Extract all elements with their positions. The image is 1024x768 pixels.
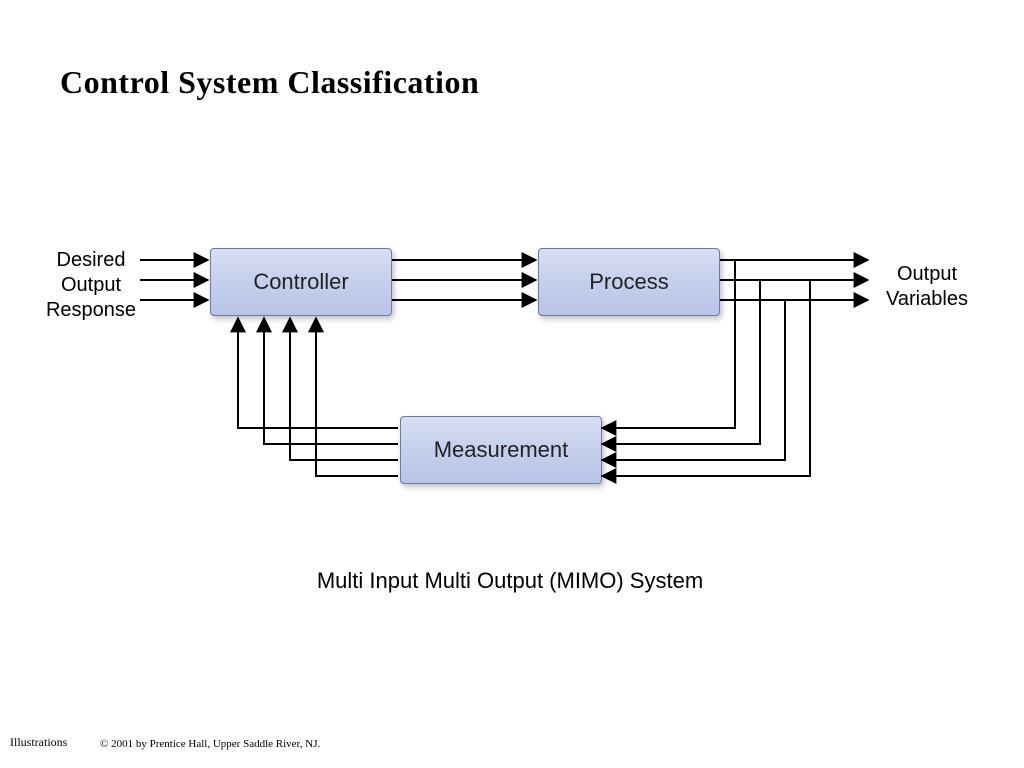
footer-left: Illustrations — [10, 735, 67, 750]
page-title: Control System Classification — [60, 64, 479, 101]
diagram-caption: Multi Input Multi Output (MIMO) System — [280, 568, 740, 594]
block-measurement: Measurement — [400, 416, 602, 484]
block-process: Process — [538, 248, 720, 316]
block-controller: Controller — [210, 248, 392, 316]
connectors — [0, 0, 1024, 768]
arrows-controller-to-process — [392, 260, 536, 300]
input-label: DesiredOutputResponse — [36, 248, 146, 323]
arrows-input-to-controller — [140, 260, 208, 300]
arrows-measurement-to-controller — [238, 318, 398, 476]
output-label: OutputVariables — [872, 262, 982, 312]
footer-copyright: © 2001 by Prentice Hall, Upper Saddle Ri… — [100, 738, 320, 750]
arrows-process-to-output — [720, 260, 868, 300]
